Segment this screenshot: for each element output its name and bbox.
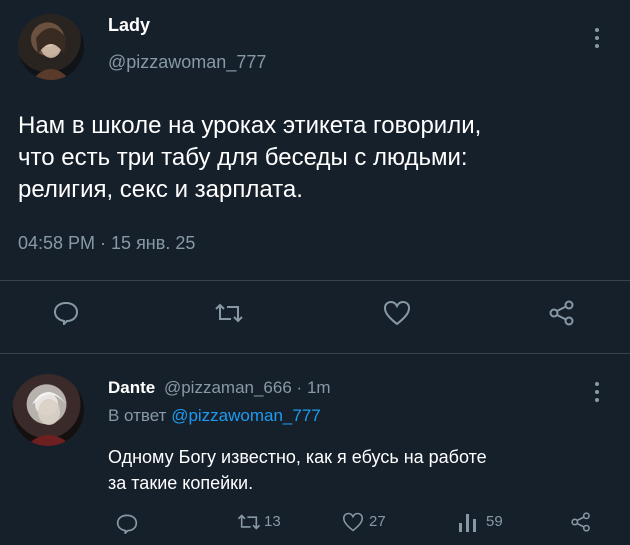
avatar-lady[interactable]: [18, 14, 84, 80]
like-icon[interactable]: [383, 300, 411, 326]
more-icon[interactable]: [592, 26, 602, 50]
views-icon[interactable]: [457, 511, 479, 533]
reply-header: Dante @pizzaman_666 · 1m: [108, 378, 331, 398]
more-icon[interactable]: [592, 380, 602, 404]
like-icon[interactable]: [342, 512, 364, 532]
retweet-count: 13: [264, 513, 281, 530]
retweet-icon[interactable]: [236, 513, 262, 531]
tweet-text-line: религия, секс и зарплата.: [18, 176, 303, 203]
author-handle[interactable]: @pizzawoman_777: [108, 52, 266, 73]
reply-text-line: Одному Богу известно, как я ебусь на раб…: [108, 447, 487, 467]
reply-author-handle[interactable]: @pizzaman_666: [164, 378, 292, 397]
tweet-text-line: Нам в школе на уроках этикета говорили,: [18, 112, 482, 139]
like-count: 27: [369, 513, 386, 530]
tweet-text-line: что есть три табу для беседы с людьми:: [18, 144, 468, 171]
reply-icon[interactable]: [53, 299, 79, 325]
reply-separator: ·: [296, 378, 303, 397]
divider: [0, 353, 630, 354]
views-count: 59: [486, 513, 503, 530]
reply-time[interactable]: 1m: [307, 378, 331, 397]
avatar-dante[interactable]: [12, 374, 84, 446]
tweet-text: Нам в школе на уроках этикета говорили, …: [18, 110, 618, 206]
divider: [0, 280, 630, 281]
reply-text-line: за такие копейки.: [108, 473, 254, 493]
tweet-timestamp[interactable]: 04:58 PM · 15 янв. 25: [18, 233, 195, 254]
share-icon[interactable]: [570, 512, 592, 532]
retweet-icon[interactable]: [213, 302, 245, 324]
reply-to-prefix: В ответ: [108, 406, 167, 425]
reply-to-handle[interactable]: @pizzawoman_777: [171, 406, 321, 425]
reply-icon[interactable]: [116, 512, 138, 534]
reply-to: В ответ @pizzawoman_777: [108, 406, 321, 426]
reply-author-name[interactable]: Dante: [108, 378, 155, 397]
reply-text: Одному Богу известно, как я ебусь на раб…: [108, 444, 618, 496]
share-icon[interactable]: [548, 300, 576, 326]
author-name[interactable]: Lady: [108, 15, 150, 36]
